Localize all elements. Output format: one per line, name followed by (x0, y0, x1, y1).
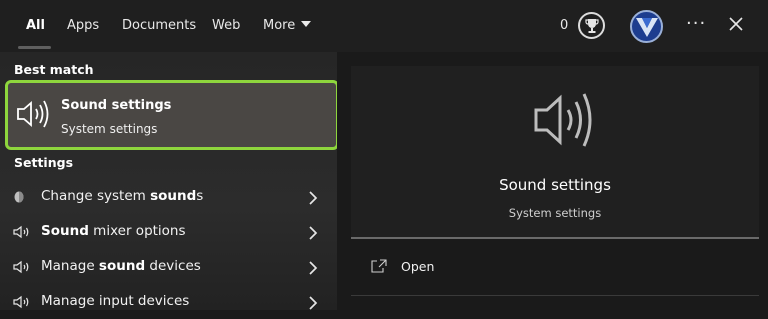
list-item-label: Change system sounds (41, 188, 204, 204)
list-item-manage-input-devices[interactable]: Manage input devices (0, 284, 337, 319)
chevron-right-icon (308, 260, 318, 279)
trophy-icon[interactable] (578, 12, 605, 39)
avatar[interactable] (630, 10, 663, 43)
tab-selected-indicator (18, 46, 51, 49)
close-icon[interactable] (728, 16, 744, 36)
chevron-right-icon (308, 295, 318, 314)
best-match-title: Sound settings (61, 98, 172, 113)
list-item-change-system-sounds[interactable]: Change system sounds (0, 179, 337, 214)
preview-subtitle: System settings (508, 206, 602, 220)
best-match-heading: Best match (14, 62, 94, 77)
speaker-icon (16, 98, 52, 134)
speaker-icon (13, 259, 33, 278)
list-item-sound-mixer-options[interactable]: Sound mixer options (0, 214, 337, 249)
divider (351, 295, 759, 296)
tab-documents[interactable]: Documents (122, 18, 196, 33)
chevron-right-icon (308, 225, 318, 244)
tab-more[interactable]: More (263, 18, 312, 33)
list-item-label: Manage input devices (41, 293, 190, 309)
chevron-right-icon (308, 190, 318, 209)
list-item-manage-sound-devices[interactable]: Manage sound devices (0, 249, 337, 284)
open-action[interactable]: Open (351, 246, 759, 286)
best-match-subtitle: System settings (61, 122, 158, 136)
results-list: Best match Sound settings System setting… (0, 52, 339, 310)
preview-header: Sound settings System settings (351, 66, 759, 238)
divider (351, 237, 759, 239)
list-item-label: Sound mixer options (41, 223, 186, 239)
speaker-icon (532, 88, 598, 156)
tab-apps[interactable]: Apps (67, 18, 99, 33)
tab-more-label: More (263, 18, 296, 33)
caret-down-icon (301, 21, 312, 27)
preview-pane: Sound settings System settings Open (337, 52, 768, 310)
tab-web[interactable]: Web (212, 18, 240, 33)
speaker-icon (13, 224, 33, 243)
list-item-label: Manage sound devices (41, 258, 201, 274)
best-match-result[interactable]: Sound settings System settings (5, 80, 339, 150)
search-tabs-bar: All Apps Documents Web More 0 ··· (0, 0, 768, 52)
preview-title: Sound settings (499, 176, 611, 194)
tab-all[interactable]: All (26, 18, 45, 33)
more-options-icon[interactable]: ··· (686, 13, 706, 34)
sound-theme-icon (13, 189, 27, 208)
rewards-points: 0 (560, 18, 569, 33)
open-label: Open (401, 259, 435, 274)
open-icon (371, 258, 387, 277)
speaker-icon (13, 294, 33, 313)
settings-heading: Settings (14, 155, 74, 170)
